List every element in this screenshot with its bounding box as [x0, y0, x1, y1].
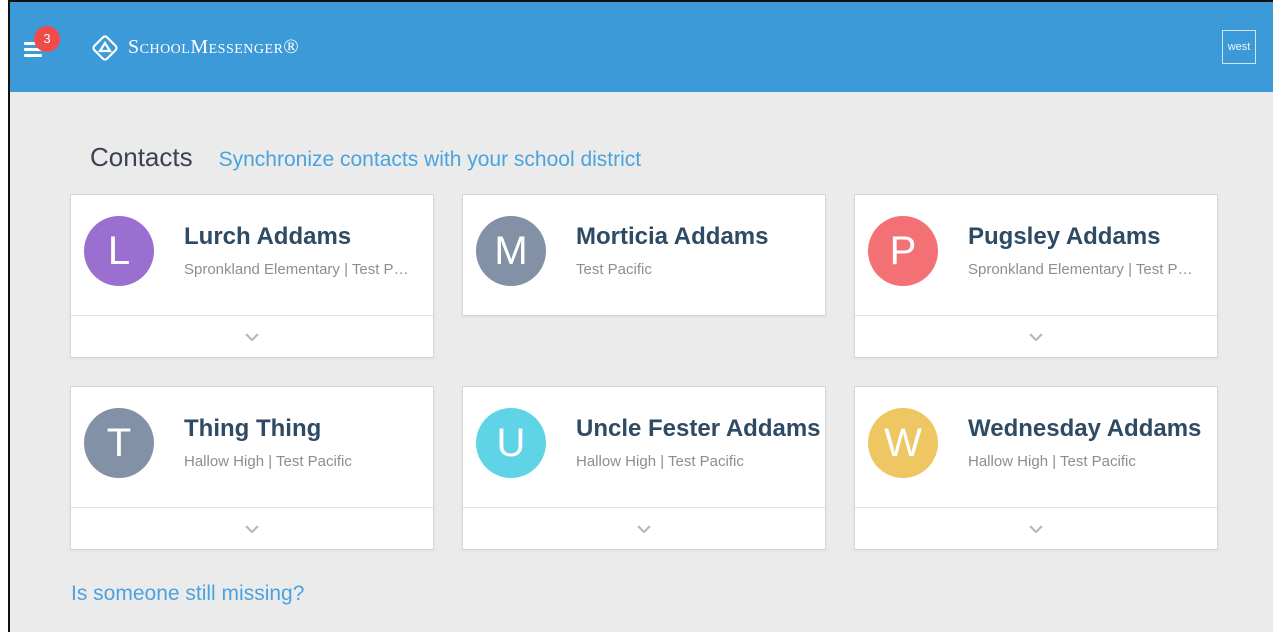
contact-card[interactable]: U Uncle Fester Addams Hallow High | Test…: [462, 386, 826, 550]
page-title: Contacts: [90, 142, 193, 172]
district-logo[interactable]: west: [1222, 30, 1256, 64]
contact-name: Pugsley Addams: [968, 223, 1161, 250]
expand-contact-button[interactable]: [855, 507, 1217, 549]
someone-missing-link[interactable]: Is someone still missing?: [71, 582, 304, 606]
contact-name: Lurch Addams: [184, 223, 352, 250]
contact-avatar: L: [84, 216, 154, 286]
contact-card[interactable]: P Pugsley Addams Spronkland Elementary |…: [854, 194, 1218, 358]
contact-card[interactable]: T Thing Thing Hallow High | Test Pacific: [70, 386, 434, 550]
contact-schools: Test Pacific: [576, 261, 652, 278]
contact-avatar: U: [476, 408, 546, 478]
expand-contact-button[interactable]: [71, 315, 433, 357]
page-heading: Contacts Synchronize contacts with your …: [90, 142, 641, 173]
contact-schools: Hallow High | Test Pacific: [968, 453, 1136, 470]
contact-card[interactable]: M Morticia Addams Test Pacific: [462, 194, 826, 316]
chevron-down-icon: [245, 332, 259, 341]
contact-name: Thing Thing: [184, 415, 322, 442]
chevron-down-icon: [1029, 332, 1043, 341]
contact-schools: Spronkland Elementary | Test Pacific: [184, 261, 416, 278]
contact-name: Morticia Addams: [576, 223, 769, 250]
contact-card[interactable]: W Wednesday Addams Hallow High | Test Pa…: [854, 386, 1218, 550]
app-frame: 3 SchoolMessenger® west Contacts Synchro…: [8, 0, 1273, 632]
synchronize-contacts-link[interactable]: Synchronize contacts with your school di…: [219, 148, 642, 172]
chevron-down-icon: [245, 524, 259, 533]
contact-avatar: M: [476, 216, 546, 286]
contact-avatar: P: [868, 216, 938, 286]
schoolmessenger-logo-icon: [92, 35, 118, 61]
chevron-down-icon: [1029, 524, 1043, 533]
expand-contact-button[interactable]: [71, 507, 433, 549]
contact-schools: Hallow High | Test Pacific: [576, 453, 744, 470]
contact-card[interactable]: L Lurch Addams Spronkland Elementary | T…: [70, 194, 434, 358]
contact-schools: Spronkland Elementary | Test Pacific: [968, 261, 1200, 278]
chevron-down-icon: [637, 524, 651, 533]
brand-name: SchoolMessenger®: [128, 36, 300, 58]
expand-contact-button[interactable]: [855, 315, 1217, 357]
expand-contact-button[interactable]: [463, 507, 825, 549]
contact-avatar: W: [868, 408, 938, 478]
top-bar: 3 SchoolMessenger® west: [10, 2, 1273, 92]
contact-name: Wednesday Addams: [968, 415, 1202, 442]
notification-badge: 3: [34, 26, 60, 52]
contact-name: Uncle Fester Addams: [576, 415, 821, 442]
contact-avatar: T: [84, 408, 154, 478]
contact-schools: Hallow High | Test Pacific: [184, 453, 352, 470]
